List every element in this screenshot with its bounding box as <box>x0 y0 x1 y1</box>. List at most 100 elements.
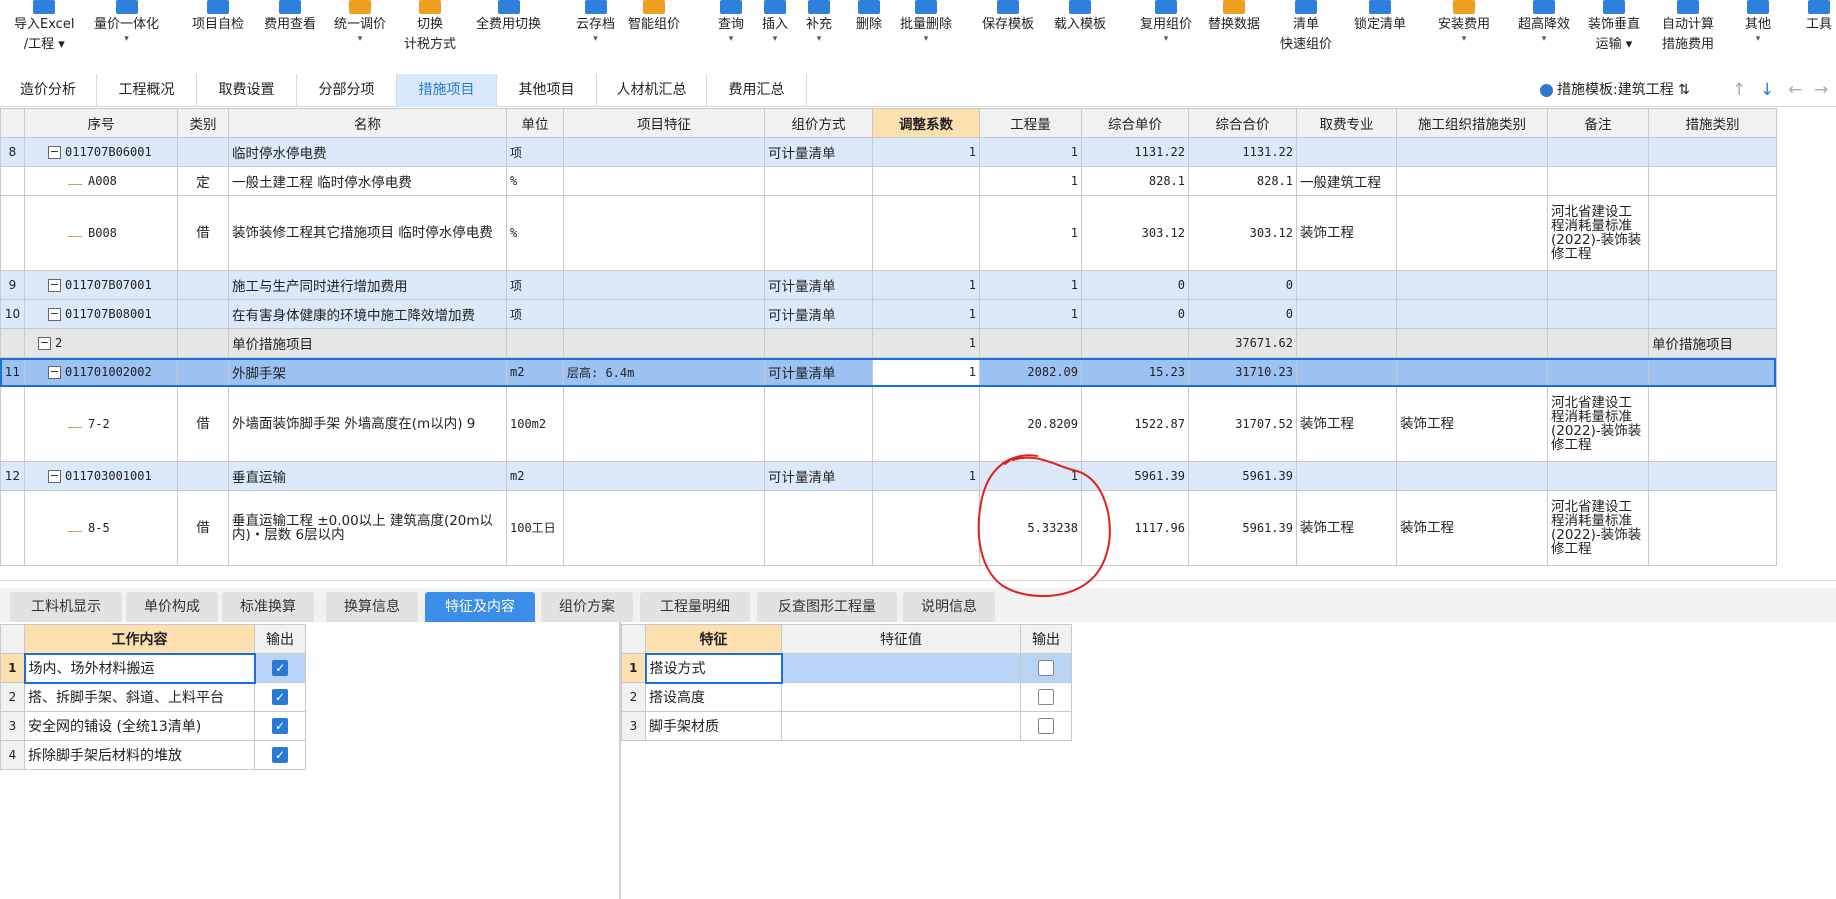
col-header-feature[interactable]: 项目特征 <box>563 108 765 138</box>
cell-price[interactable]: 303.12 <box>1081 195 1189 271</box>
cell-major[interactable]: 装饰工程 <box>1296 490 1397 566</box>
collapse-icon[interactable]: − <box>48 365 61 379</box>
col-header-feature-value[interactable]: 特征值 <box>781 624 1021 654</box>
cell-code[interactable]: −011701002002 <box>24 357 178 387</box>
cell-qty[interactable]: 20.8209 <box>979 386 1082 462</box>
cell-major[interactable] <box>1296 328 1397 358</box>
tab-pricing-scheme[interactable]: 组价方案 <box>541 592 633 622</box>
cell-coef[interactable]: 1 <box>872 299 980 329</box>
tab-conversion-info[interactable]: 换算信息 <box>326 592 418 622</box>
cell-rn[interactable]: 11 <box>0 357 25 387</box>
table-row[interactable]: −2 单价措施项目 1 37671.62 单价措施项目 <box>0 328 1777 358</box>
cell-mcat[interactable] <box>1648 299 1777 329</box>
feature-value[interactable] <box>781 711 1021 741</box>
cell-rn[interactable] <box>0 328 25 358</box>
cell-method[interactable]: 可计量清单 <box>764 270 873 300</box>
cell-org[interactable] <box>1396 137 1548 167</box>
tab-quantity-details[interactable]: 工程量明细 <box>640 592 750 622</box>
cell-feature[interactable] <box>563 490 765 566</box>
col-header-work-content[interactable]: 工作内容 <box>24 624 255 654</box>
cell-name[interactable]: 施工与生产同时进行增加费用 <box>228 270 507 300</box>
feature-value[interactable] <box>781 653 1021 683</box>
tab-graphic-quantity[interactable]: 反查图形工程量 <box>757 592 897 622</box>
cell-coef[interactable]: 1 <box>872 328 980 358</box>
table-row[interactable]: B008 借 装饰装修工程其它措施项目 临时停水停电费% 1 303.12 303.12 装… <box>0 195 1777 271</box>
cell-mcat[interactable] <box>1648 490 1777 566</box>
col-header-seq[interactable]: 序号 <box>24 108 178 138</box>
cell-feature[interactable] <box>563 461 765 491</box>
lock-list-button[interactable]: 锁定清单 <box>1354 0 1406 35</box>
cell-cat[interactable] <box>177 137 229 167</box>
cell-price[interactable]: 5961.39 <box>1081 461 1189 491</box>
cell-total[interactable]: 5961.39 <box>1188 461 1297 491</box>
cell-method[interactable]: 可计量清单 <box>764 461 873 491</box>
tab-other-items[interactable]: 其他项目 <box>497 74 597 107</box>
cell-method[interactable] <box>764 166 873 196</box>
cell-rn[interactable] <box>0 490 25 566</box>
reuse-price-button[interactable]: 复用组价 ▾ <box>1140 0 1192 44</box>
cell-code[interactable]: 7-2 <box>24 386 178 462</box>
supplement-button[interactable]: 补充 ▾ <box>806 0 832 44</box>
feature-name[interactable]: 搭设高度 <box>645 682 782 712</box>
cell-total[interactable]: 1131.22 <box>1188 137 1297 167</box>
quick-price-button[interactable]: 清单 快速组价 <box>1280 0 1332 55</box>
cell-unit[interactable]: 项 <box>506 137 564 167</box>
tab-material-display[interactable]: 工料机显示 <box>10 592 122 622</box>
col-header-unit[interactable]: 单位 <box>506 108 564 138</box>
tab-description[interactable]: 说明信息 <box>903 592 995 622</box>
cell-qty[interactable]: 1 <box>979 270 1082 300</box>
cloud-save-button[interactable]: 云存档 ▾ <box>576 0 615 44</box>
table-row[interactable]: 8 −011707B06001 临时停水停电费 项 可计量清单 1 1 1131.22 1131… <box>0 137 1777 167</box>
cell-major[interactable] <box>1296 137 1397 167</box>
cell-coef[interactable]: 1 <box>872 137 980 167</box>
output-cell[interactable] <box>1020 711 1072 741</box>
delete-button[interactable]: 删除 <box>856 0 882 35</box>
tab-price-composition[interactable]: 单价构成 <box>126 592 218 622</box>
output-cell[interactable]: ✓ <box>254 740 306 770</box>
tab-feature-content[interactable]: 特征及内容 <box>425 592 535 622</box>
cell-unit[interactable]: m2 <box>506 357 564 387</box>
import-excel-button[interactable]: 导入Excel/工程 ▾ <box>14 0 74 55</box>
cell-qty[interactable]: 1 <box>979 137 1082 167</box>
load-template-button[interactable]: 载入模板 <box>1054 0 1106 35</box>
output-cell[interactable]: ✓ <box>254 711 306 741</box>
cell-cat[interactable]: 借 <box>177 386 229 462</box>
cell-coef[interactable] <box>872 490 980 566</box>
cell-major[interactable]: 装饰工程 <box>1296 195 1397 271</box>
cell-rn[interactable]: 10 <box>0 299 25 329</box>
cell-code[interactable]: A008 <box>24 166 178 196</box>
collapse-icon[interactable]: − <box>48 469 61 483</box>
cell-major[interactable] <box>1296 461 1397 491</box>
cell-name[interactable]: 垂直运输工程 ±0.00以上 建筑高度(20m以内)・层数 6层以内 <box>228 490 507 566</box>
cell-org[interactable]: 装饰工程 <box>1396 386 1548 462</box>
panel-divider[interactable] <box>0 580 1836 581</box>
list-item[interactable]: 1 搭设方式 <box>621 652 1072 684</box>
super-height-button[interactable]: 超高降效 ▾ <box>1518 0 1570 44</box>
cell-org[interactable] <box>1396 270 1548 300</box>
smart-price-button[interactable]: 智能组价 <box>628 0 680 35</box>
cell-cat[interactable] <box>177 270 229 300</box>
cell-rn[interactable]: 12 <box>0 461 25 491</box>
project-check-button[interactable]: 项目自检 <box>192 0 244 35</box>
tab-measures[interactable]: 措施项目 <box>397 74 497 107</box>
cell-remark[interactable] <box>1547 270 1649 300</box>
cell-mcat[interactable] <box>1648 195 1777 271</box>
cell-major[interactable]: 装饰工程 <box>1296 386 1397 462</box>
output-cell[interactable]: ✓ <box>254 682 306 712</box>
cell-rn[interactable] <box>0 166 25 196</box>
cell-feature[interactable] <box>563 166 765 196</box>
tools-button[interactable]: 工具 <box>1806 0 1832 35</box>
cell-remark[interactable] <box>1547 328 1649 358</box>
list-item[interactable]: 4 拆除脚手架后材料的堆放 ✓ <box>0 740 306 770</box>
cell-mcat[interactable] <box>1648 166 1777 196</box>
measure-template-selector[interactable]: 措施模板:建筑工程 ⇅ <box>1540 74 1690 107</box>
cell-remark[interactable] <box>1547 461 1649 491</box>
cell-total[interactable]: 31707.52 <box>1188 386 1297 462</box>
cell-unit[interactable]: % <box>506 195 564 271</box>
feature-name[interactable]: 脚手架材质 <box>645 711 782 741</box>
cell-remark[interactable]: 河北省建设工程消耗量标准(2022)-装饰装修工程 <box>1547 490 1649 566</box>
cell-org[interactable] <box>1396 357 1548 387</box>
cell-price[interactable]: 0 <box>1081 299 1189 329</box>
tab-labor-material-summary[interactable]: 人材机汇总 <box>597 74 707 107</box>
cell-org[interactable] <box>1396 166 1548 196</box>
